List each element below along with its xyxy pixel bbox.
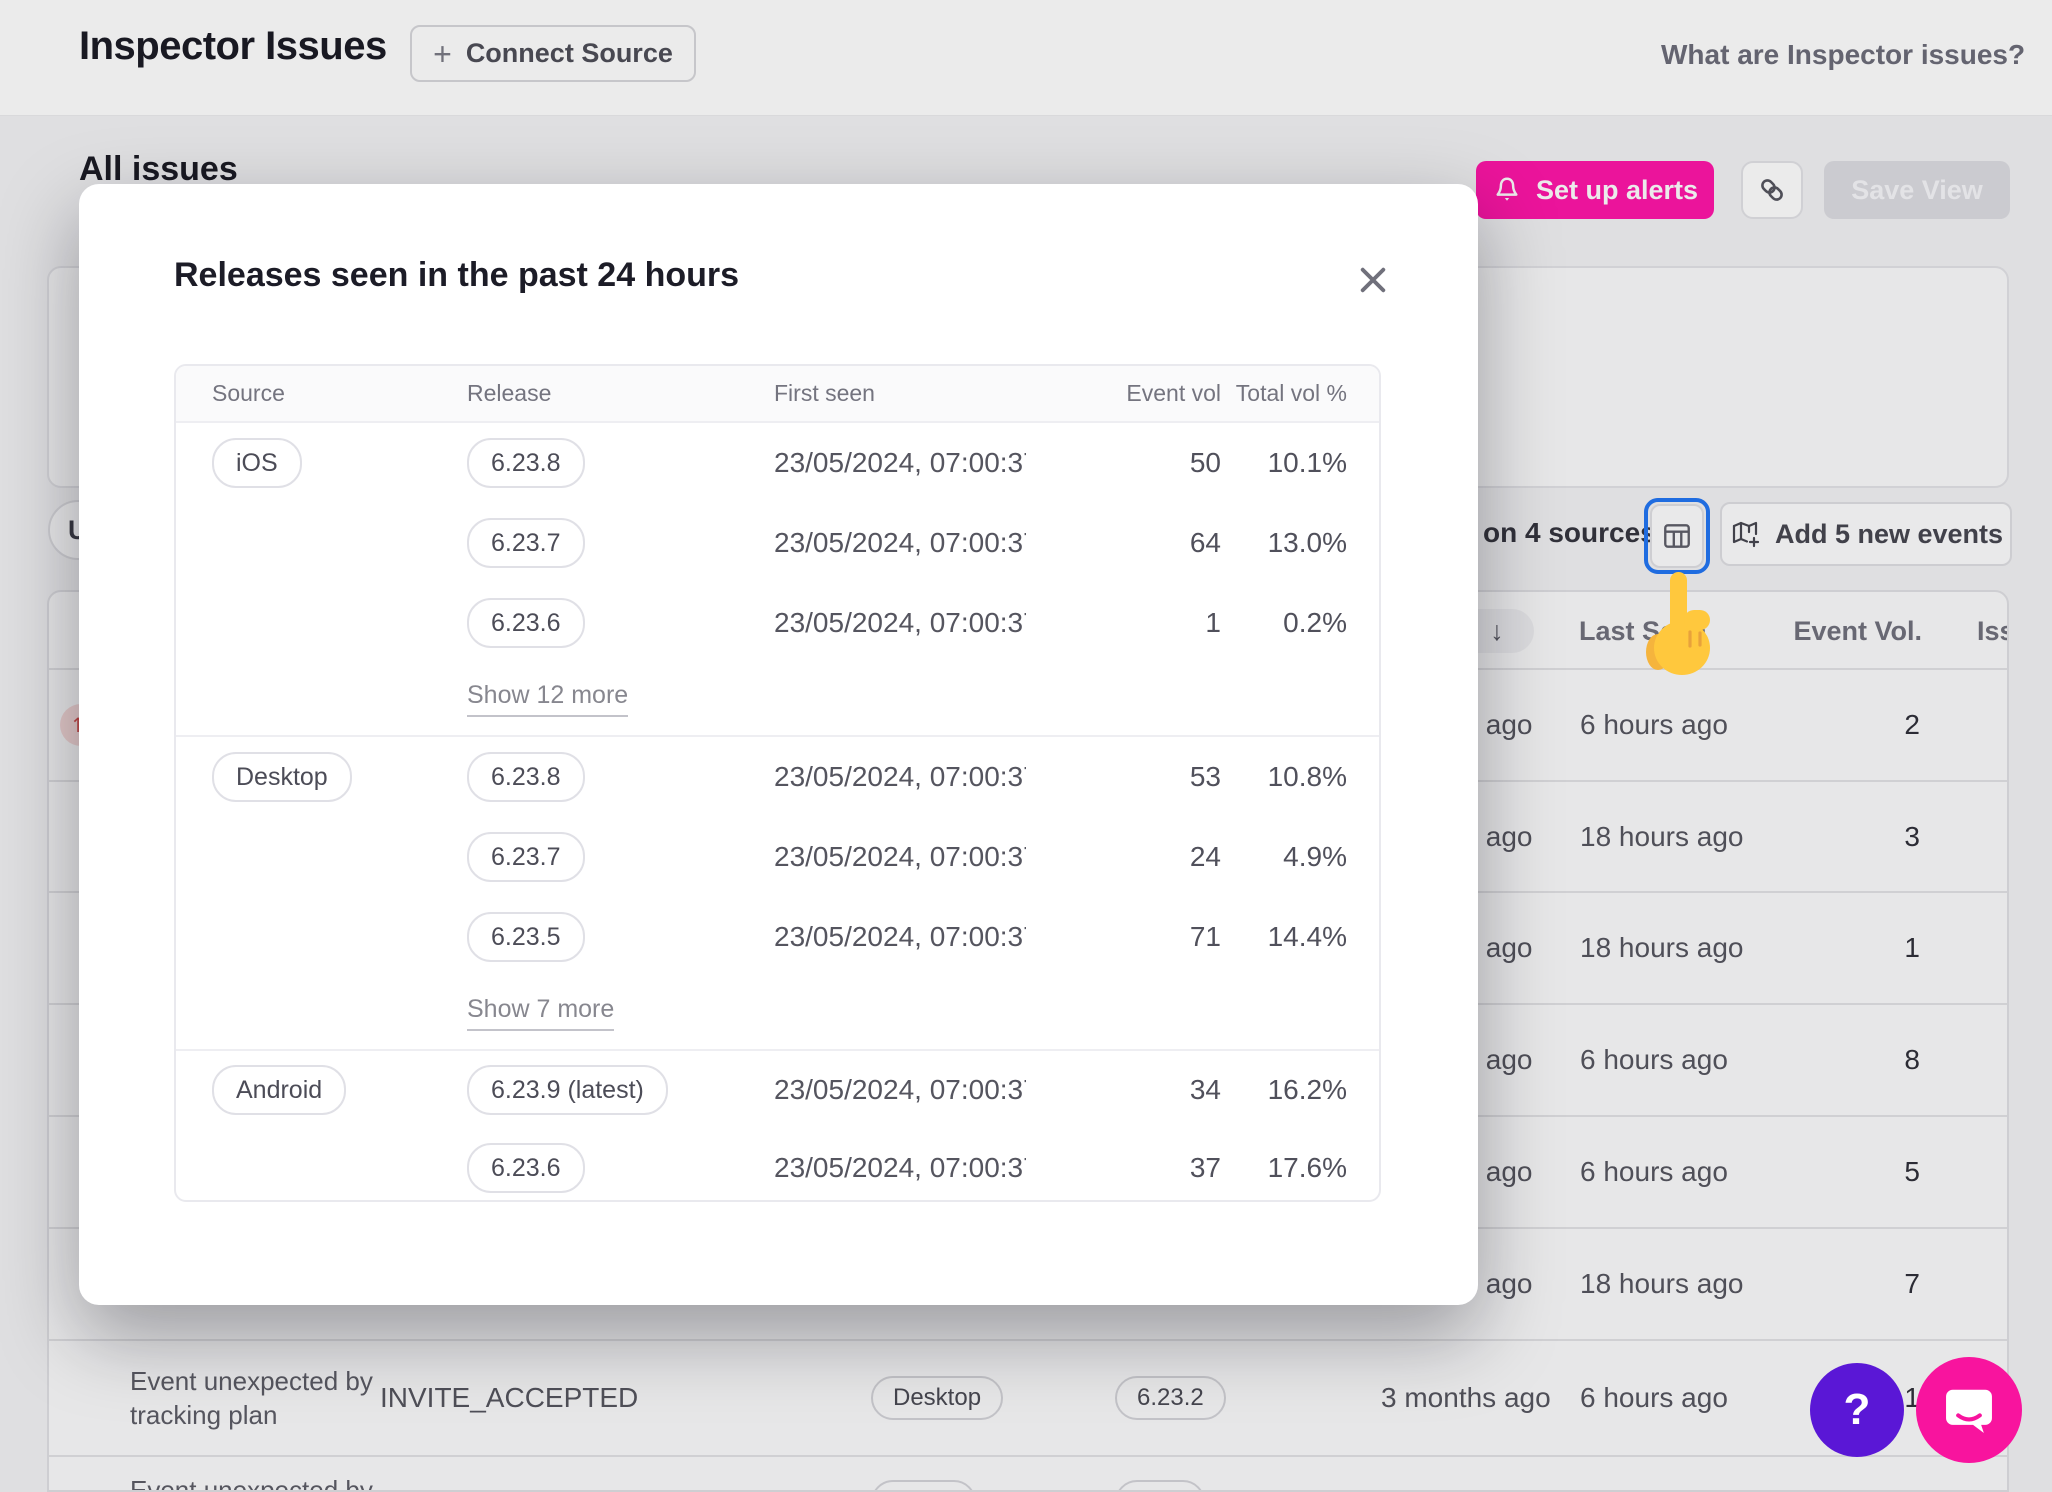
source-badge: iOS (212, 438, 302, 488)
annotation-focus-ring (1644, 498, 1710, 574)
col-first-seen: First seen (774, 366, 1026, 421)
first-seen-cell: 23/05/2024, 07:00:37 (774, 423, 1026, 503)
total-pct-cell: 4.9% (1147, 817, 1347, 897)
question-mark-icon: ? (1844, 1385, 1871, 1435)
close-icon (1357, 264, 1389, 296)
total-pct-cell: 17.6% (1147, 1129, 1347, 1202)
col-source: Source (212, 366, 285, 421)
first-seen-cell: 23/05/2024, 07:00:37 (774, 817, 1026, 897)
releases-modal: Releases seen in the past 24 hours Sourc… (79, 184, 1478, 1305)
release-row: 6.23.7 23/05/2024, 07:00:37 24 4.9% (176, 817, 1379, 897)
total-pct-cell: 14.4% (1147, 897, 1347, 977)
release-row: Android 6.23.9 (latest) 23/05/2024, 07:0… (176, 1051, 1379, 1129)
first-seen-cell: 23/05/2024, 07:00:37 (774, 1051, 1026, 1129)
release-section-android: Android 6.23.9 (latest) 23/05/2024, 07:0… (176, 1051, 1379, 1202)
help-launcher-button[interactable]: ? (1810, 1363, 1904, 1457)
release-badge: 6.23.5 (467, 912, 585, 962)
release-badge: 6.23.9 (latest) (467, 1065, 668, 1115)
first-seen-cell: 23/05/2024, 07:00:37 (774, 1129, 1026, 1202)
total-pct-cell: 16.2% (1147, 1051, 1347, 1129)
release-row: 6.23.7 23/05/2024, 07:00:37 64 13.0% (176, 503, 1379, 583)
chat-bubble-icon (1942, 1383, 1996, 1437)
inspector-issues-page: Inspector Issues + Connect Source What a… (0, 0, 2052, 1492)
release-row: 6.23.5 23/05/2024, 07:00:37 71 14.4% (176, 897, 1379, 977)
release-badge: 6.23.7 (467, 518, 585, 568)
modal-close-button[interactable] (1351, 258, 1395, 302)
release-badge: 6.23.7 (467, 832, 585, 882)
col-total-pct: Total vol % (1147, 366, 1347, 421)
release-row: iOS 6.23.8 23/05/2024, 07:00:37 50 10.1% (176, 423, 1379, 503)
first-seen-cell: 23/05/2024, 07:00:37 (774, 897, 1026, 977)
show-more-link[interactable]: Show 12 more (467, 681, 628, 717)
first-seen-cell: 23/05/2024, 07:00:37 (774, 503, 1026, 583)
releases-table-header: Source Release First seen Event vol Tota… (176, 366, 1379, 423)
total-pct-cell: 10.1% (1147, 423, 1347, 503)
total-pct-cell: 13.0% (1147, 503, 1347, 583)
release-row: 6.23.6 23/05/2024, 07:00:37 37 17.6% (176, 1129, 1379, 1202)
release-section-ios: iOS 6.23.8 23/05/2024, 07:00:37 50 10.1%… (176, 423, 1379, 737)
pointing-hand-cursor-icon (1640, 572, 1720, 676)
release-badge: 6.23.6 (467, 598, 585, 648)
source-badge: Desktop (212, 752, 352, 802)
release-badge: 6.23.6 (467, 1143, 585, 1193)
release-row: Desktop 6.23.8 23/05/2024, 07:00:37 53 1… (176, 737, 1379, 817)
source-badge: Android (212, 1065, 346, 1115)
modal-title: Releases seen in the past 24 hours (174, 256, 739, 295)
release-badge: 6.23.8 (467, 438, 585, 488)
total-pct-cell: 10.8% (1147, 737, 1347, 817)
show-more-link[interactable]: Show 7 more (467, 995, 614, 1031)
release-section-desktop: Desktop 6.23.8 23/05/2024, 07:00:37 53 1… (176, 737, 1379, 1051)
release-row: 6.23.6 23/05/2024, 07:00:37 1 0.2% (176, 583, 1379, 663)
first-seen-cell: 23/05/2024, 07:00:37 (774, 583, 1026, 663)
releases-table: Source Release First seen Event vol Tota… (174, 364, 1381, 1202)
col-release: Release (467, 366, 551, 421)
intercom-chat-button[interactable] (1916, 1357, 2022, 1463)
release-badge: 6.23.8 (467, 752, 585, 802)
first-seen-cell: 23/05/2024, 07:00:37 (774, 737, 1026, 817)
total-pct-cell: 0.2% (1147, 583, 1347, 663)
